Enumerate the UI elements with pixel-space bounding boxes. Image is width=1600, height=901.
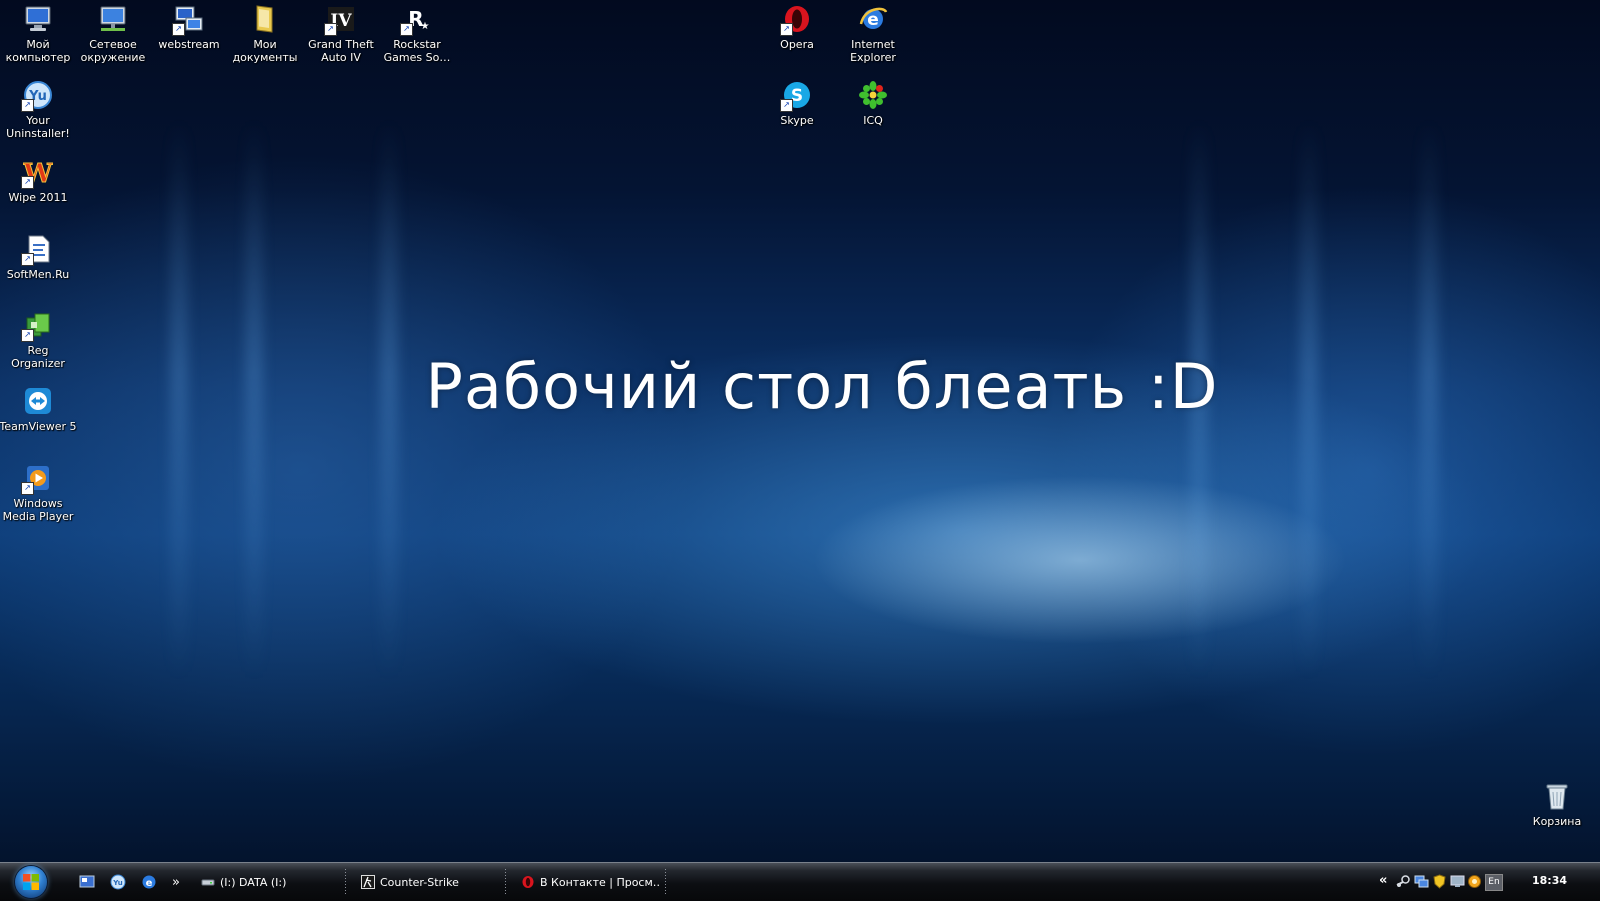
uninstaller-icon: Yu ↗ — [21, 79, 54, 112]
media-player-icon: ↗ — [21, 462, 54, 495]
icq-flower-icon — [857, 79, 889, 111]
desktop-icon-gta4[interactable]: IV ↗ Grand Theft Auto IV — [303, 3, 379, 64]
shortcut-arrow-icon: ↗ — [21, 329, 34, 342]
opera-icon: ↗ — [780, 3, 813, 36]
desktop-icon-reg-organizer[interactable]: ↗ Reg Organizer — [0, 309, 76, 370]
desktop-icon-label: Rockstar Games So… — [383, 38, 451, 64]
desktop-icon-label: Your Uninstaller! — [6, 114, 70, 140]
desktop-icon-icq[interactable]: ICQ — [835, 79, 911, 127]
shortcut-arrow-icon: ↗ — [21, 176, 34, 189]
desktop-icon-network[interactable]: Сетевое окружение — [75, 3, 151, 64]
desktop-icon-label: Мои документы — [232, 38, 298, 64]
shortcut-arrow-icon: ↗ — [780, 99, 793, 112]
taskbar: Yu e » (I:) DATA (I:) Counter-Strike В К… — [0, 862, 1600, 901]
desktop-icon-label: Internet Explorer — [850, 38, 896, 64]
wipe-icon: W ↗ — [21, 156, 54, 189]
svg-text:e: e — [146, 878, 153, 889]
desktop-icon-label: TeamViewer 5 — [0, 420, 77, 433]
counter-strike-icon — [361, 875, 375, 889]
shortcut-arrow-icon: ↗ — [780, 23, 793, 36]
reg-organizer-icon: ↗ — [21, 309, 54, 342]
shortcut-arrow-icon: ↗ — [400, 23, 413, 36]
desktop-icon-teamviewer[interactable]: TeamViewer 5 — [0, 385, 76, 433]
desktop-icon-label: ICQ — [863, 114, 883, 127]
taskbar-separator — [345, 869, 346, 895]
tray-steam-icon[interactable] — [1396, 874, 1411, 889]
desktop-icon-label: Opera — [780, 38, 814, 51]
desktop-icon-skype[interactable]: S ↗ Skype — [759, 79, 835, 127]
computer-icon — [22, 3, 54, 35]
tray-display-icon[interactable] — [1450, 874, 1465, 889]
shortcut-arrow-icon: ↗ — [324, 23, 337, 36]
tray-expand-button[interactable]: « — [1379, 873, 1387, 888]
desktop-icon-opera[interactable]: ↗ Opera — [759, 3, 835, 51]
rockstar-icon: R ★ ↗ — [400, 3, 433, 36]
svg-text:★: ★ — [421, 21, 430, 32]
desktop-icon-my-computer[interactable]: Мой компьютер — [0, 3, 76, 64]
taskbar-button-opera-vkontakte[interactable]: В Контакте | Просм… — [521, 868, 661, 896]
desktop-icon-rockstar[interactable]: R ★ ↗ Rockstar Games So… — [379, 3, 455, 64]
desktop-icon-softmen[interactable]: ↗ SoftMen.Ru — [0, 233, 76, 281]
windows-logo-icon — [23, 874, 39, 890]
desktop-icon-my-documents[interactable]: Мои документы — [227, 3, 303, 64]
start-button[interactable] — [15, 866, 47, 898]
internet-explorer-icon: e — [857, 3, 889, 35]
quicklaunch-uninstaller-icon[interactable]: Yu — [109, 873, 127, 891]
desktop-icon-label: Grand Theft Auto IV — [308, 38, 374, 64]
web-page-icon: ↗ — [21, 233, 54, 266]
desktop-icon-label: Мой компьютер — [5, 38, 71, 64]
taskbar-separator — [665, 869, 666, 895]
shortcut-arrow-icon: ↗ — [21, 482, 34, 495]
desktop-icon-label: Корзина — [1532, 815, 1582, 828]
desktop-icon-internet-explorer[interactable]: e Internet Explorer — [835, 3, 911, 64]
desktop-icon-recycle-bin[interactable]: Корзина — [1519, 780, 1595, 828]
desktop-icon-label: Windows Media Player — [2, 497, 74, 523]
desktop-icon-label: SoftMen.Ru — [6, 268, 70, 281]
documents-folder-icon — [249, 3, 281, 35]
desktop-icon-label: Skype — [780, 114, 814, 127]
desktop-icon-label: Сетевое окружение — [80, 38, 146, 64]
language-indicator[interactable]: En — [1485, 874, 1503, 891]
teamviewer-icon — [22, 385, 54, 417]
webstream-icon: ↗ — [172, 3, 205, 36]
shortcut-arrow-icon: ↗ — [21, 99, 34, 112]
skype-icon: S ↗ — [780, 79, 813, 112]
desktop-icon-label: Reg Organizer — [11, 344, 65, 370]
desktop-icon-webstream[interactable]: ↗ webstream — [151, 3, 227, 51]
taskbar-button-counter-strike[interactable]: Counter-Strike — [361, 868, 501, 896]
shortcut-arrow-icon: ↗ — [172, 23, 185, 36]
taskbar-button-drive-data[interactable]: (I:) DATA (I:) — [201, 868, 341, 896]
tray-app-icon[interactable] — [1467, 874, 1482, 889]
quicklaunch-show-desktop-icon[interactable] — [78, 873, 96, 891]
opera-icon — [522, 876, 534, 888]
gta4-icon: IV ↗ — [324, 3, 357, 36]
network-icon — [97, 3, 129, 35]
desktop-icon-your-uninstaller[interactable]: Yu ↗ Your Uninstaller! — [0, 79, 76, 140]
desktop-icon-label: Wipe 2011 — [8, 191, 68, 204]
desktop-headline: Рабочий стол блеать :D — [425, 350, 1219, 423]
svg-text:Yu: Yu — [112, 879, 123, 887]
taskbar-button-label: Counter-Strike — [380, 875, 459, 889]
taskbar-separator — [505, 869, 506, 895]
desktop-icon-windows-media-player[interactable]: ↗ Windows Media Player — [0, 462, 76, 523]
taskbar-clock[interactable]: 18:34 — [1532, 874, 1567, 887]
taskbar-button-label: (I:) DATA (I:) — [220, 875, 287, 889]
tray-network-icon[interactable] — [1414, 874, 1429, 889]
desktop[interactable]: Рабочий стол блеать :D Мой компьютер Сет… — [0, 0, 1600, 862]
desktop-icon-wipe[interactable]: W ↗ Wipe 2011 — [0, 156, 76, 205]
quicklaunch-more-button[interactable]: » — [167, 873, 185, 891]
desktop-icon-label: webstream — [158, 38, 220, 51]
tray-security-shield-icon[interactable] — [1432, 874, 1447, 889]
quicklaunch-browser-icon[interactable]: e — [140, 873, 158, 891]
shortcut-arrow-icon: ↗ — [21, 253, 34, 266]
recycle-bin-icon — [1541, 780, 1573, 812]
drive-icon — [201, 879, 215, 886]
taskbar-button-label: В Контакте | Просм… — [540, 875, 661, 889]
